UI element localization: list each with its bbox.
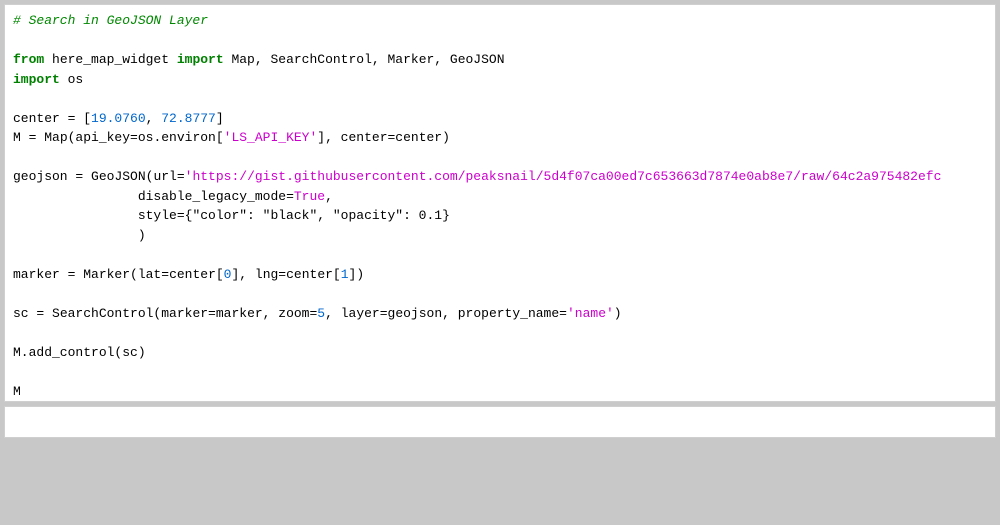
code-content: # Search in GeoJSON Layer from here_map_… — [13, 11, 987, 401]
notebook-container: # Search in GeoJSON Layer from here_map_… — [0, 0, 1000, 525]
keyword-import2: import — [13, 72, 60, 87]
comment-line: # Search in GeoJSON Layer — [13, 13, 208, 28]
keyword-import: import — [177, 52, 224, 67]
code-cell[interactable]: # Search in GeoJSON Layer from here_map_… — [4, 4, 996, 402]
keyword-from: from — [13, 52, 44, 67]
empty-area — [4, 442, 996, 521]
output-cell — [4, 406, 996, 438]
